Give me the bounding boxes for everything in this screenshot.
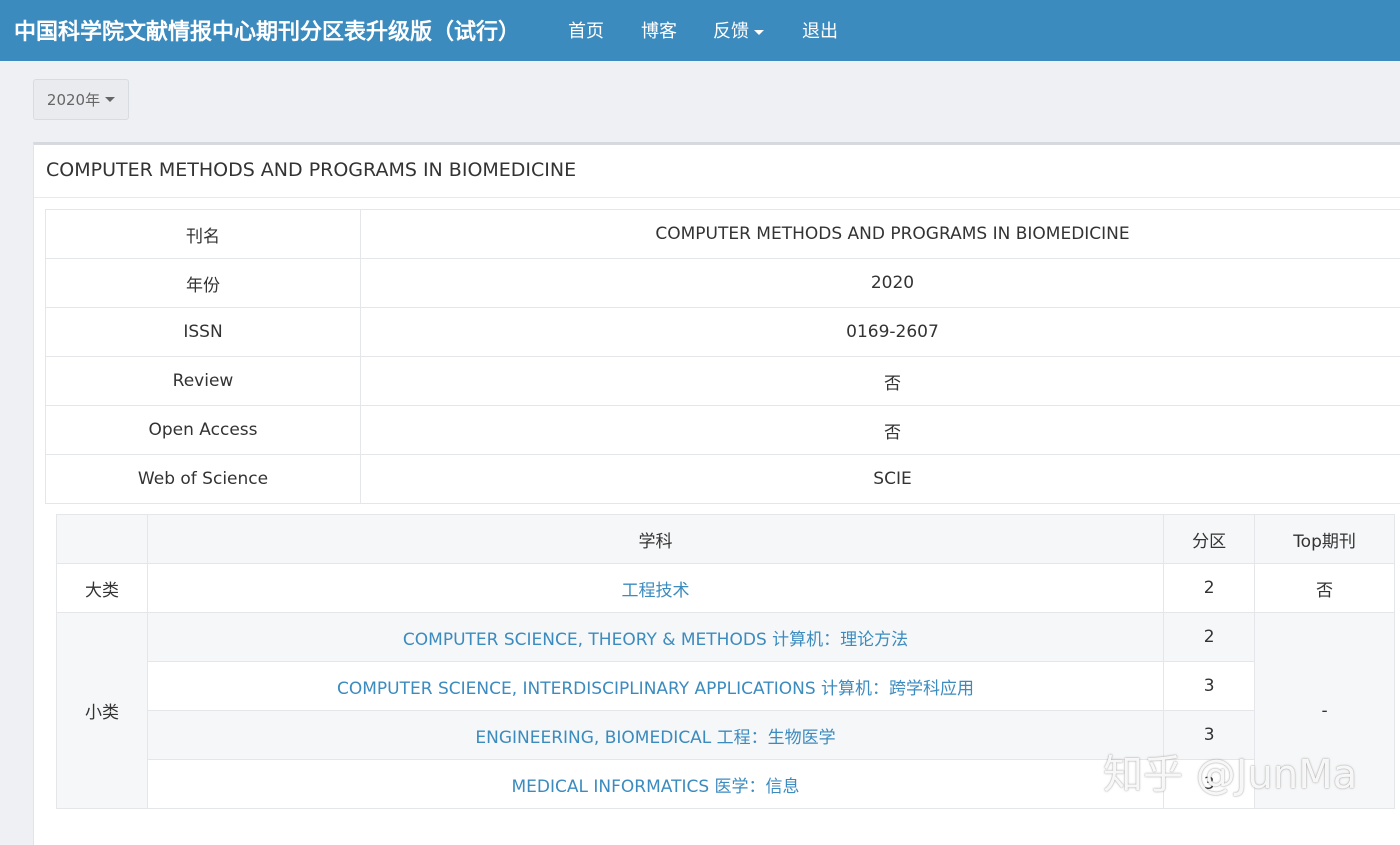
year-dropdown-label: 2020年: [47, 89, 100, 110]
minor-subject-link[interactable]: ENGINEERING, BIOMEDICAL 工程：生物医学: [147, 711, 1163, 760]
info-label: Open Access: [46, 406, 361, 455]
nav-blog[interactable]: 博客: [641, 17, 677, 43]
table-header-row: 学科 分区 Top期刊: [57, 515, 1395, 564]
journal-info-table: 刊名 COMPUTER METHODS AND PROGRAMS IN BIOM…: [45, 209, 1400, 504]
major-top-flag: 否: [1255, 564, 1395, 613]
table-row: Review 否: [46, 357, 1400, 406]
major-zone: 2: [1164, 564, 1255, 613]
info-label: Web of Science: [46, 455, 361, 504]
minor-category-label: 小类: [57, 613, 148, 809]
zhihu-watermark: 知乎 @JunMa: [1103, 742, 1357, 800]
nav-feedback-label: 反馈: [713, 21, 749, 42]
info-label: 年份: [46, 259, 361, 308]
table-row: 年份 2020: [46, 259, 1400, 308]
minor-subject-link[interactable]: MEDICAL INFORMATICS 医学：信息: [147, 760, 1163, 809]
panel-divider: [34, 197, 1400, 198]
info-value: COMPUTER METHODS AND PROGRAMS IN BIOMEDI…: [361, 210, 1400, 259]
minor-subject-link[interactable]: COMPUTER SCIENCE, INTERDISCIPLINARY APPL…: [147, 662, 1163, 711]
minor-category-row: 小类 COMPUTER SCIENCE, THEORY & METHODS 计算…: [57, 613, 1395, 662]
info-value: 2020: [361, 259, 1400, 308]
panel-title: COMPUTER METHODS AND PROGRAMS IN BIOMEDI…: [46, 159, 576, 181]
minor-zone: 3: [1164, 662, 1255, 711]
info-value: 否: [361, 406, 1400, 455]
header-blank: [57, 515, 148, 564]
table-row: 刊名 COMPUTER METHODS AND PROGRAMS IN BIOM…: [46, 210, 1400, 259]
info-value: 0169-2607: [361, 308, 1400, 357]
top-navbar: 中国科学院文献情报中心期刊分区表升级版（试行） 首页 博客 反馈 退出: [0, 0, 1400, 61]
table-row: ISSN 0169-2607: [46, 308, 1400, 357]
chevron-down-icon: [754, 30, 764, 35]
header-subject: 学科: [147, 515, 1163, 564]
info-label: 刊名: [46, 210, 361, 259]
nav-feedback[interactable]: 反馈: [713, 17, 764, 43]
nav-home[interactable]: 首页: [568, 17, 604, 43]
table-row: Web of Science SCIE: [46, 455, 1400, 504]
minor-category-row: COMPUTER SCIENCE, INTERDISCIPLINARY APPL…: [57, 662, 1395, 711]
major-subject-link[interactable]: 工程技术: [147, 564, 1163, 613]
year-dropdown[interactable]: 2020年: [33, 79, 129, 120]
chevron-down-icon: [105, 97, 115, 102]
info-label: Review: [46, 357, 361, 406]
major-category-row: 大类 工程技术 2 否: [57, 564, 1395, 613]
major-category-label: 大类: [57, 564, 148, 613]
info-value: SCIE: [361, 455, 1400, 504]
header-zone: 分区: [1164, 515, 1255, 564]
site-brand[interactable]: 中国科学院文献情报中心期刊分区表升级版（试行）: [14, 14, 520, 46]
minor-subject-link[interactable]: COMPUTER SCIENCE, THEORY & METHODS 计算机：理…: [147, 613, 1163, 662]
info-value: 否: [361, 357, 1400, 406]
table-row: Open Access 否: [46, 406, 1400, 455]
header-top-journal: Top期刊: [1255, 515, 1395, 564]
minor-zone: 2: [1164, 613, 1255, 662]
nav-logout[interactable]: 退出: [802, 17, 838, 43]
info-label: ISSN: [46, 308, 361, 357]
